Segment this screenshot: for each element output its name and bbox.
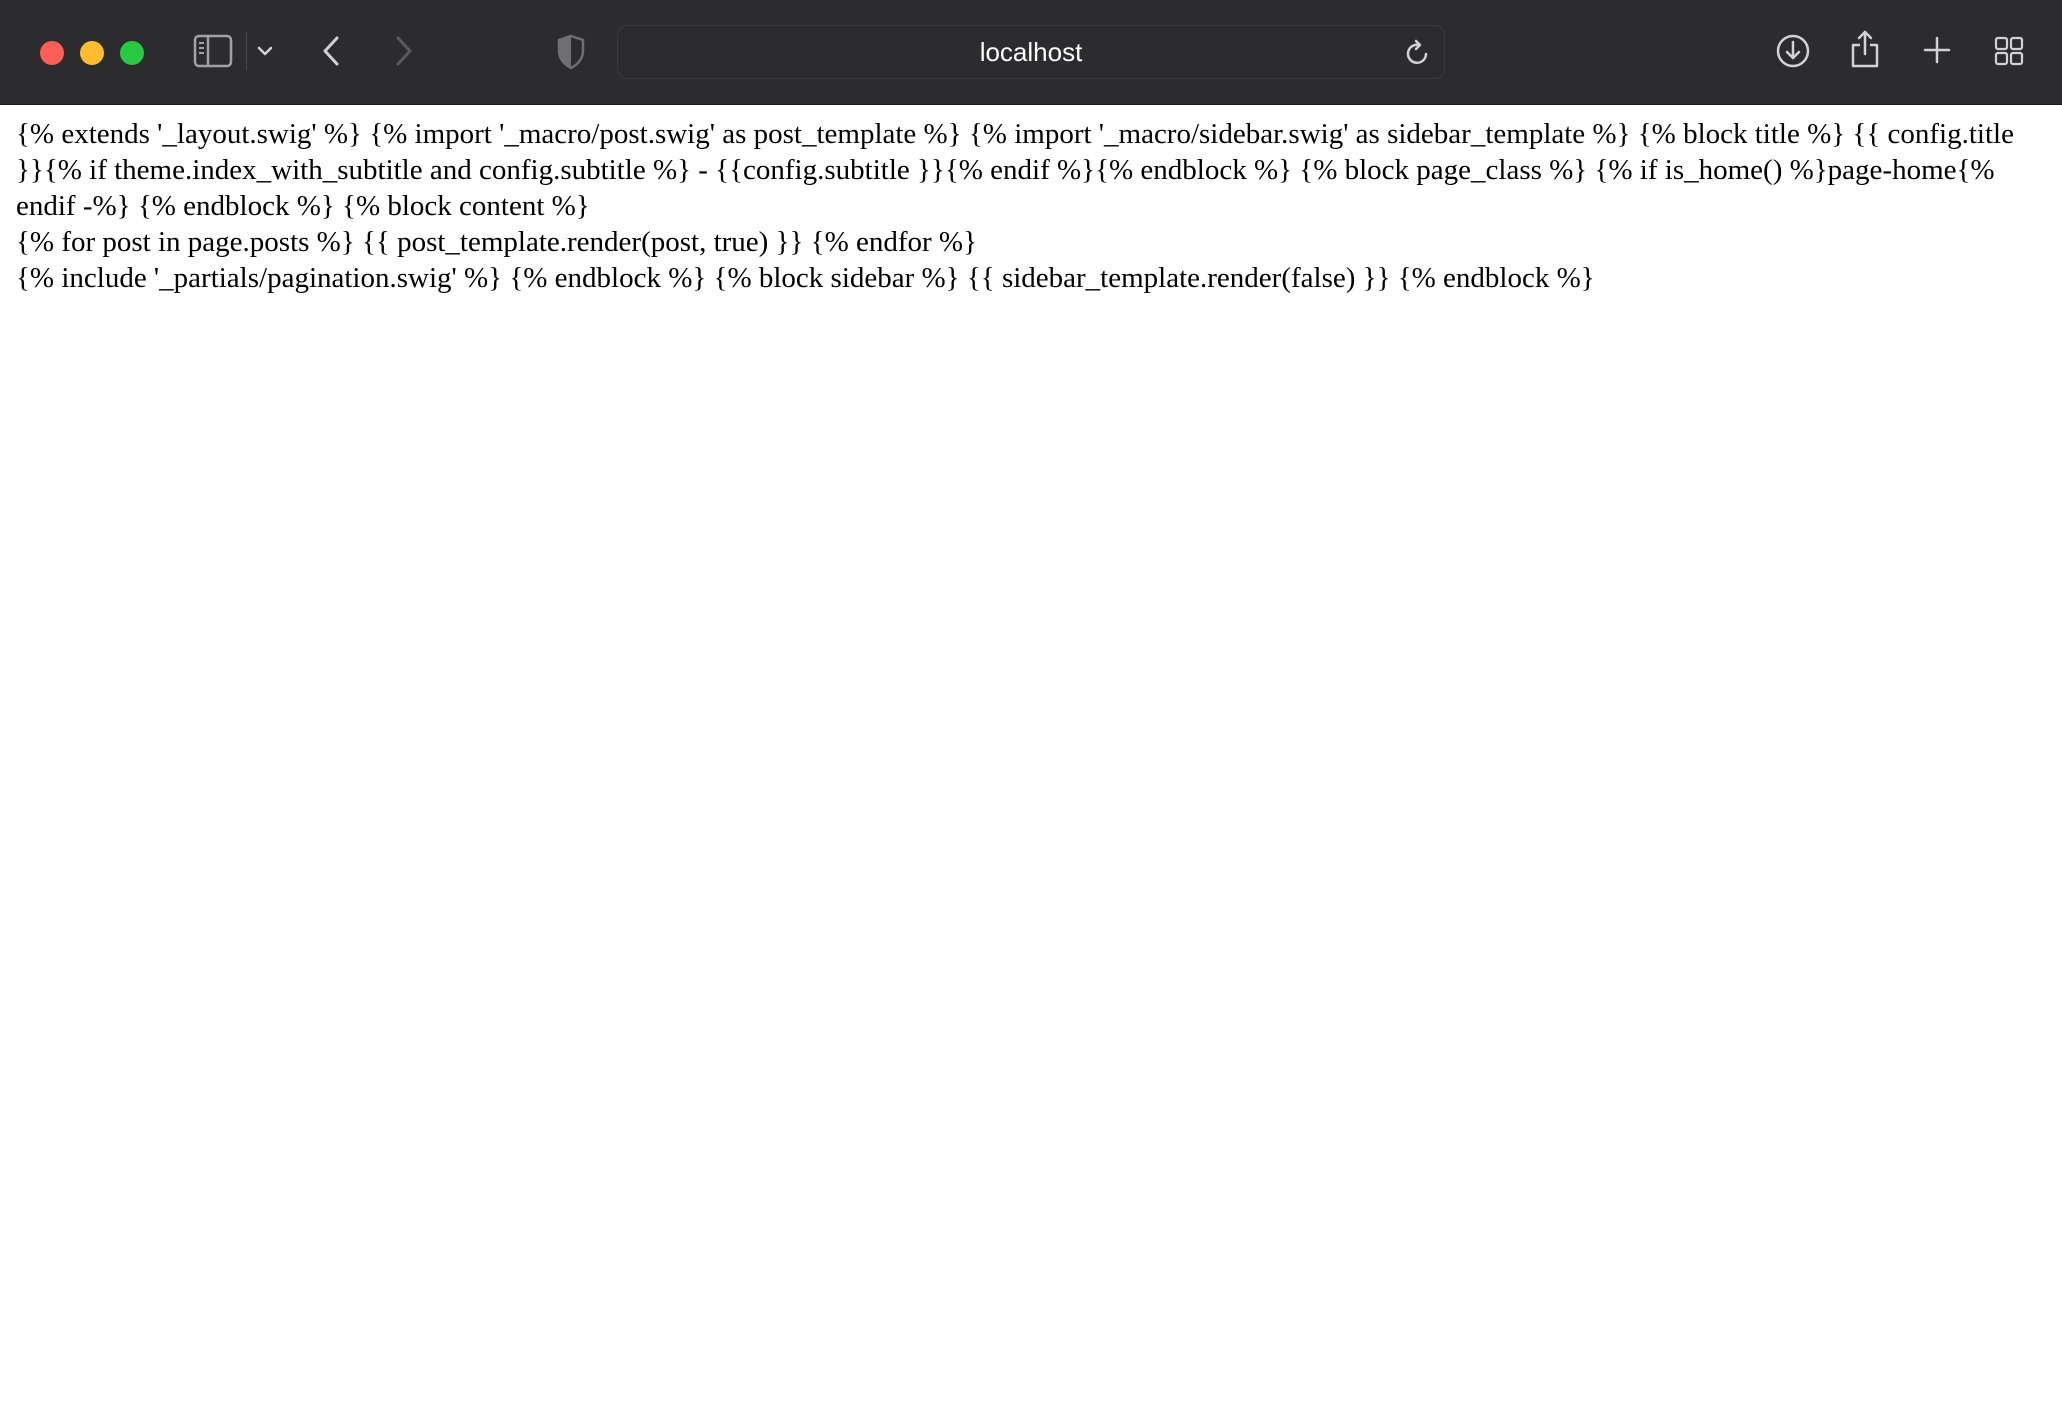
template-line: {% extends '_layout.swig' %} {% import '… bbox=[16, 118, 2014, 222]
template-line: {% for post in page.posts %} {{ post_tem… bbox=[16, 226, 977, 258]
chevron-right-icon[interactable] bbox=[393, 34, 415, 68]
sidebar-icon[interactable] bbox=[193, 34, 233, 68]
plus-icon[interactable] bbox=[1922, 35, 1952, 65]
address-text: localhost bbox=[979, 37, 1083, 67]
shield-icon[interactable] bbox=[556, 34, 586, 70]
share-icon[interactable] bbox=[1850, 29, 1880, 69]
minimize-button[interactable] bbox=[80, 41, 104, 65]
toolbar-divider bbox=[246, 32, 247, 70]
page-content: {% extends '_layout.swig' %} {% import '… bbox=[16, 116, 2046, 296]
browser-toolbar: localhost bbox=[0, 0, 2062, 105]
address-bar[interactable]: localhost bbox=[617, 25, 1445, 79]
browser-window: localhost {% extends '_layout.swig' %} {… bbox=[0, 0, 2062, 1424]
close-button[interactable] bbox=[40, 41, 64, 65]
template-line: {% include '_partials/pagination.swig' %… bbox=[16, 262, 1595, 294]
download-icon[interactable] bbox=[1775, 33, 1811, 69]
chevron-left-icon[interactable] bbox=[320, 34, 342, 68]
reload-icon[interactable] bbox=[1405, 39, 1431, 67]
chevron-down-icon[interactable] bbox=[256, 42, 274, 60]
grid-icon[interactable] bbox=[1994, 36, 2024, 66]
maximize-button[interactable] bbox=[120, 41, 144, 65]
